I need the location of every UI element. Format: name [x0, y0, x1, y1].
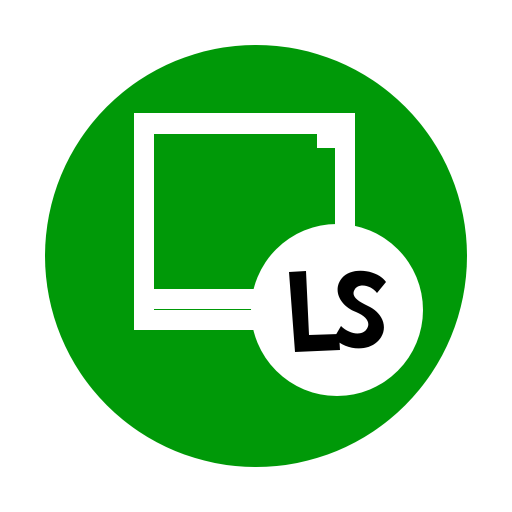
- app-logo-svg: [45, 45, 467, 467]
- ls-badge-circle: [251, 224, 423, 396]
- app-logo: [0, 0, 512, 512]
- window-button-icon: [317, 130, 335, 148]
